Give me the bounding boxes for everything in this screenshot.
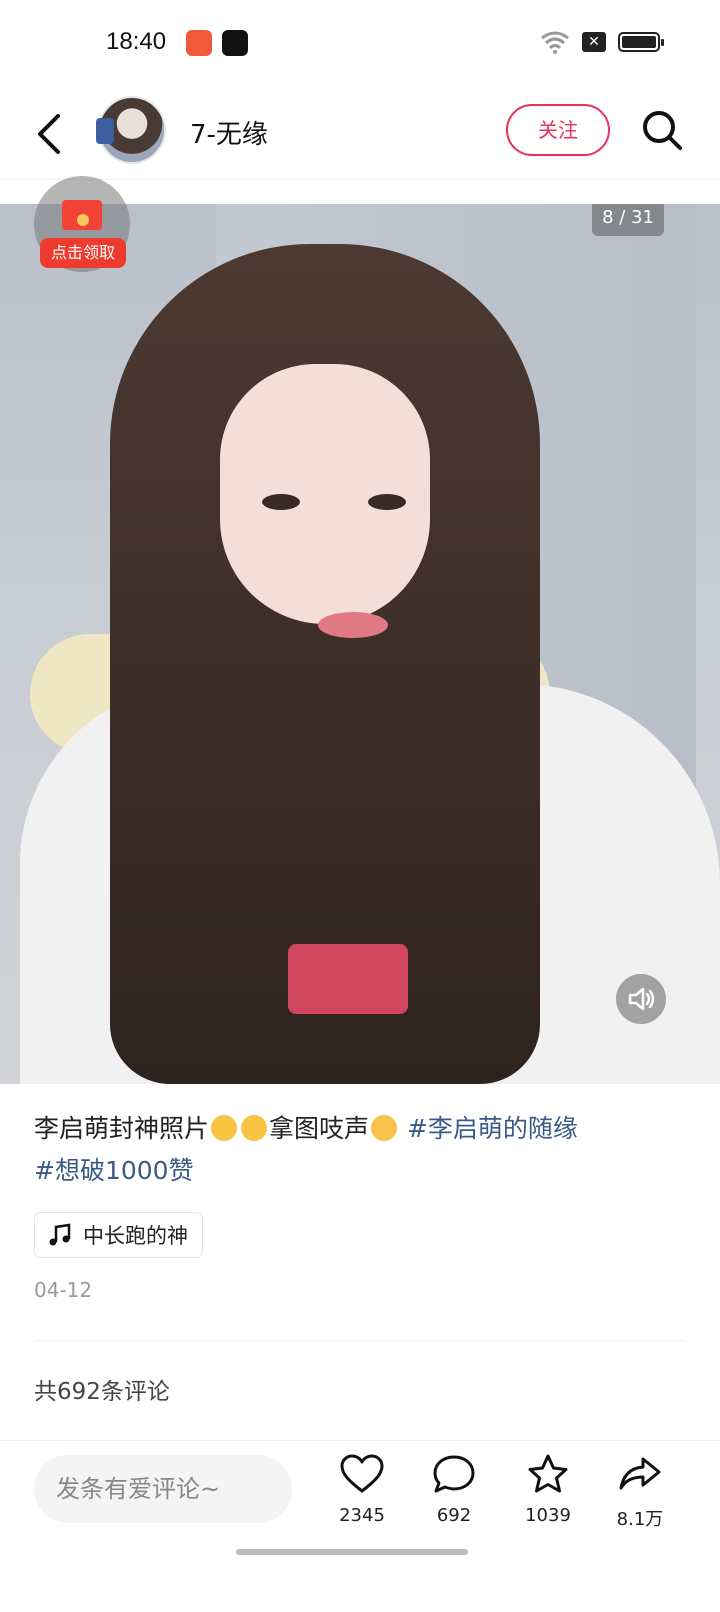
no-sim-icon: ✕ (582, 32, 606, 52)
photo-counter: 8 / 31 (592, 204, 664, 236)
author-username[interactable]: 7-无缘 (190, 114, 268, 151)
wifi-icon (541, 31, 569, 54)
winking-tongue-emoji-icon (371, 1115, 398, 1141)
favorite-button[interactable]: 1039 (508, 1453, 588, 1526)
status-bar: 18:40 ✕ (0, 0, 720, 88)
post-header: 7-无缘 关注 (0, 88, 720, 180)
coin-icon (77, 214, 89, 226)
notification-app-icon (186, 30, 212, 56)
comment-bubble-icon (433, 1455, 475, 1493)
chevron-left-icon (38, 114, 60, 154)
tiktok-app-icon (222, 30, 248, 56)
hashtag-link[interactable]: #想破1000赞 (34, 1156, 194, 1185)
music-title: 中长跑的神 (83, 1224, 188, 1248)
heart-eyes-emoji-icon (211, 1115, 238, 1141)
post-date: 04-12 (34, 1278, 93, 1302)
back-button[interactable] (30, 106, 70, 162)
redpacket-label: 点击领取 (40, 238, 126, 268)
music-note-icon (49, 1223, 71, 1246)
avatar-badge-icon (96, 118, 114, 144)
like-button[interactable]: 2345 (322, 1453, 402, 1526)
search-icon (643, 111, 682, 150)
like-count: 2345 (339, 1505, 385, 1526)
hashtag-link[interactable]: #李启萌的随缘 (407, 1114, 578, 1143)
photo-eye (262, 494, 300, 510)
caption-text: 李启萌封神照片 (34, 1114, 210, 1143)
photo-eye (368, 494, 406, 510)
star-icon (528, 1454, 568, 1493)
caption-text: 拿图吱声 (269, 1114, 370, 1143)
share-count: 8.1万 (616, 1509, 664, 1530)
comment-button[interactable]: 692 (414, 1453, 494, 1526)
post-photo[interactable]: 8 / 31 (0, 204, 720, 1084)
photo-shirt-print (288, 944, 408, 1014)
photo-face (220, 364, 430, 624)
redpacket-widget[interactable]: 点击领取 (0, 176, 200, 300)
bottom-action-bar: 发条有爱评论~ 2345 692 1039 8.1万 (0, 1440, 720, 1612)
heart-icon (340, 1454, 384, 1493)
divider (34, 1340, 686, 1341)
heart-eyes-emoji-icon (241, 1115, 268, 1141)
battery-icon (618, 32, 664, 52)
music-tag[interactable]: 中长跑的神 (34, 1212, 203, 1258)
favorite-count: 1039 (525, 1505, 571, 1526)
comment-count: 692 (436, 1505, 472, 1526)
share-arrow-icon (619, 1457, 661, 1490)
home-indicator[interactable] (236, 1549, 468, 1555)
status-time: 18:40 (106, 28, 167, 55)
status-icons: ✕ (540, 30, 664, 54)
photo-lips (318, 612, 388, 638)
sound-button[interactable] (616, 974, 666, 1024)
follow-button[interactable]: 关注 (506, 104, 610, 156)
search-button[interactable] (640, 108, 684, 152)
share-button[interactable]: 8.1万 (600, 1453, 680, 1531)
comment-input[interactable]: 发条有爱评论~ (34, 1455, 292, 1523)
post-caption: 李启萌封神照片 拿图吱声 #李启萌的随缘 #想破1000赞 (34, 1108, 684, 1192)
speaker-icon (628, 987, 655, 1011)
comments-count: 共692条评论 (34, 1379, 170, 1405)
